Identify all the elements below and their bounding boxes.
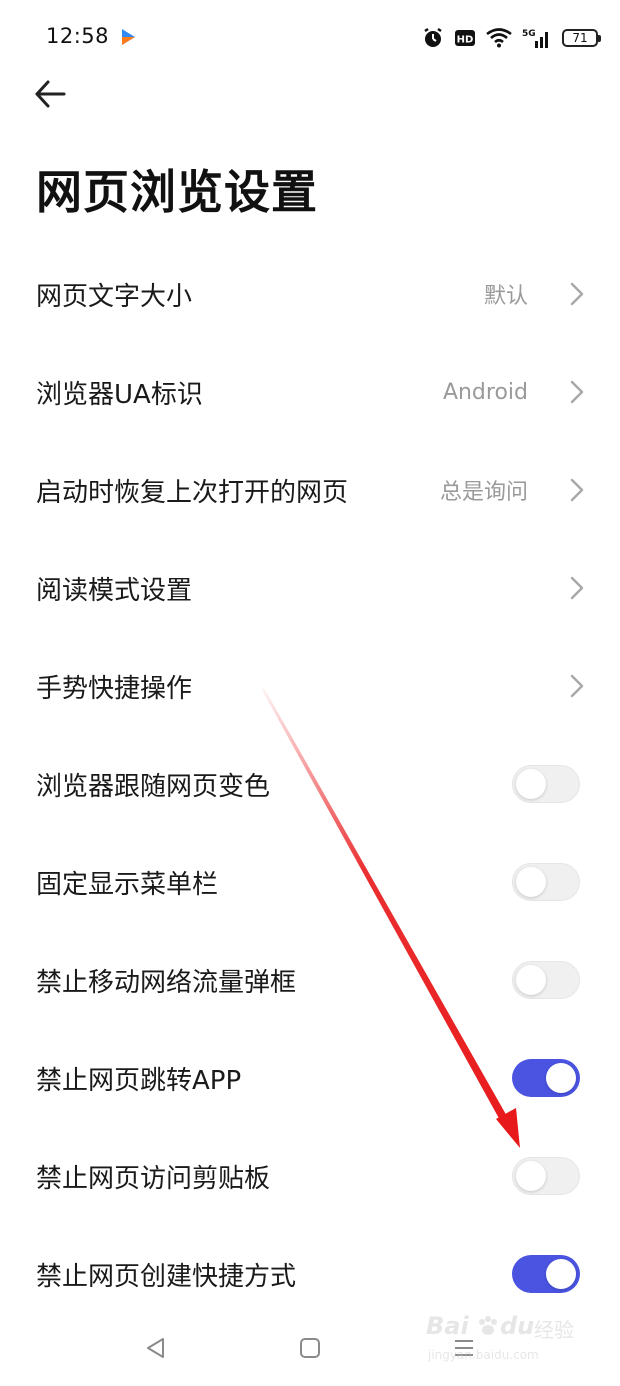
- block-shortcut-creation-toggle[interactable]: [512, 1255, 580, 1293]
- chevron-right-icon: [570, 478, 584, 502]
- toggle-knob: [516, 867, 546, 897]
- app-notification-icon: [122, 29, 135, 45]
- nav-home-button[interactable]: [290, 1328, 330, 1368]
- setting-value: 默认: [483, 284, 528, 309]
- chevron-right-icon: [570, 282, 584, 306]
- menu-lines-icon: [455, 1340, 473, 1356]
- setting-label: 禁止移动网络流量弹框: [36, 967, 297, 998]
- setting-label: 禁止网页访问剪贴板: [36, 1163, 271, 1194]
- setting-block-clipboard-access: 禁止网页访问剪贴板: [0, 1127, 620, 1225]
- block-clipboard-access-toggle[interactable]: [512, 1157, 580, 1195]
- follow-page-color-toggle[interactable]: [512, 765, 580, 803]
- setting-label: 固定显示菜单栏: [36, 869, 219, 900]
- setting-font-size[interactable]: 网页文字大小 默认: [0, 245, 620, 343]
- block-app-redirect-toggle[interactable]: [512, 1059, 580, 1097]
- setting-gesture-shortcuts[interactable]: 手势快捷操作: [0, 637, 620, 735]
- setting-follow-page-color: 浏览器跟随网页变色: [0, 735, 620, 833]
- setting-restore-pages[interactable]: 启动时恢复上次打开的网页 总是询问: [0, 441, 620, 539]
- nav-menu-button[interactable]: [444, 1328, 484, 1368]
- settings-list: 网页文字大小 默认 浏览器UA标识 Android 启动时恢复上次打开的网页 总…: [0, 245, 620, 1323]
- setting-ua-identifier[interactable]: 浏览器UA标识 Android: [0, 343, 620, 441]
- back-triangle-icon: [147, 1338, 164, 1358]
- setting-label: 启动时恢复上次打开的网页: [36, 477, 349, 508]
- cellular-signal-icon: 5G: [522, 29, 548, 48]
- toggle-knob: [516, 1161, 546, 1191]
- status-icons: HD 5G 71: [422, 24, 601, 52]
- setting-block-app-redirect: 禁止网页跳转APP: [0, 1029, 620, 1127]
- alarm-icon: [424, 27, 442, 47]
- setting-value: Android: [442, 379, 528, 405]
- battery-icon: 71: [562, 29, 601, 47]
- status-time: 12:58: [46, 24, 110, 48]
- network-type-label: 5G: [522, 29, 536, 39]
- block-mobile-data-popup-toggle[interactable]: [512, 961, 580, 999]
- chevron-right-icon: [570, 576, 584, 600]
- battery-level: 71: [572, 31, 588, 45]
- back-arrow-icon: [35, 80, 66, 108]
- toggle-knob: [516, 769, 546, 799]
- setting-label: 禁止网页创建快捷方式: [36, 1261, 297, 1292]
- chevron-right-icon: [570, 380, 584, 404]
- setting-label: 禁止网页跳转APP: [36, 1065, 242, 1096]
- toggle-knob: [516, 965, 546, 995]
- setting-label: 浏览器跟随网页变色: [36, 771, 271, 802]
- status-bar: 12:58 HD 5G 71: [0, 0, 620, 74]
- page-title: 网页浏览设置: [36, 165, 318, 219]
- setting-block-mobile-data-popup: 禁止移动网络流量弹框: [0, 931, 620, 1029]
- nav-back-button[interactable]: [136, 1328, 176, 1368]
- setting-label: 阅读模式设置: [36, 575, 193, 606]
- navigation-bar: [0, 1306, 620, 1386]
- chevron-right-icon: [570, 674, 584, 698]
- hd-icon: HD: [455, 30, 475, 46]
- setting-fixed-menu-bar: 固定显示菜单栏: [0, 833, 620, 931]
- setting-label: 浏览器UA标识: [36, 379, 203, 410]
- setting-label: 手势快捷操作: [36, 673, 193, 704]
- setting-value: 总是询问: [439, 480, 528, 505]
- toggle-knob: [546, 1259, 576, 1289]
- hd-label: HD: [457, 35, 474, 46]
- setting-reading-mode[interactable]: 阅读模式设置: [0, 539, 620, 637]
- fixed-menu-bar-toggle[interactable]: [512, 863, 580, 901]
- setting-label: 网页文字大小: [36, 281, 193, 312]
- wifi-icon: [486, 28, 512, 48]
- toggle-knob: [546, 1063, 576, 1093]
- home-square-icon: [300, 1338, 320, 1358]
- back-button[interactable]: [28, 72, 72, 116]
